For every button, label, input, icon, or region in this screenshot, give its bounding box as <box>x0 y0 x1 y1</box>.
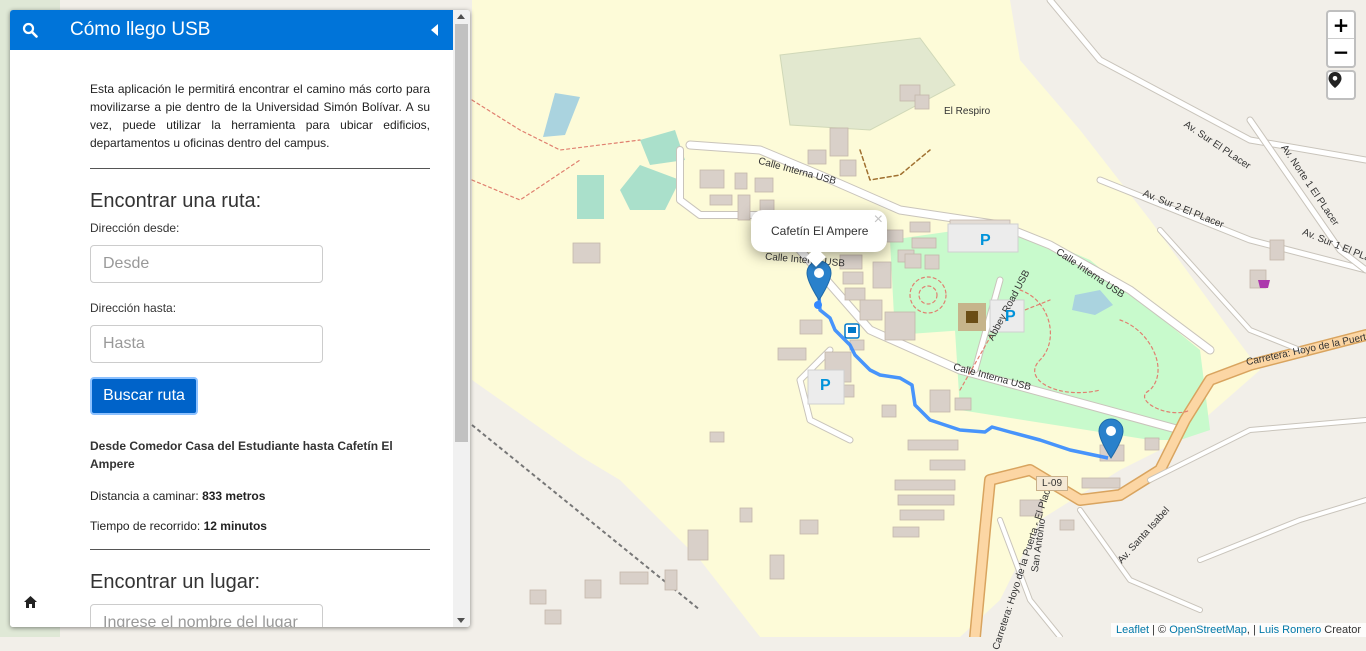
map-attribution: Leaflet | © OpenStreetMap, | Luis Romero… <box>1111 623 1366 637</box>
zoom-control: + − <box>1326 10 1356 68</box>
map-marker-icon <box>1328 72 1342 88</box>
author-link[interactable]: Luis Romero <box>1259 624 1321 636</box>
osm-link[interactable]: OpenStreetMap <box>1169 624 1247 636</box>
app-title: Cómo llego USB <box>70 19 211 40</box>
intro-text: Esta aplicación le permitirá encontrar e… <box>90 82 430 150</box>
route-origin-marker[interactable] <box>1098 418 1124 460</box>
tab-search[interactable] <box>10 10 50 50</box>
locate-button[interactable] <box>1326 70 1356 100</box>
scroll-up-arrow[interactable] <box>457 14 465 19</box>
route-time: Tiempo de recorrido: 12 minutos <box>90 519 267 533</box>
from-input[interactable] <box>90 245 323 283</box>
sidebar-header: Cómo llego USB <box>50 10 453 50</box>
parking-icon: P <box>820 377 831 394</box>
search-route-button[interactable]: Buscar ruta <box>90 377 198 415</box>
zoom-out-button[interactable]: − <box>1328 39 1354 65</box>
sidebar-scrollbar[interactable] <box>453 10 470 627</box>
map-popup: Cafetín El Ampere × <box>751 210 887 267</box>
route-result-title: Desde Comedor Casa del Estudiante hasta … <box>90 439 393 471</box>
popup-close-button[interactable]: × <box>874 212 883 228</box>
zoom-in-button[interactable]: + <box>1328 12 1354 39</box>
collapse-sidebar-button[interactable] <box>427 22 443 38</box>
caret-left-icon <box>431 24 438 36</box>
divider <box>90 549 430 550</box>
sidebar: Cómo llego USB Esta aplicación le permit… <box>10 10 470 627</box>
map-label-l09: L-09 <box>1036 476 1069 491</box>
sidebar-pane: Esta aplicación le permitirá encontrar e… <box>50 50 453 627</box>
route-distance: Distancia a caminar: 833 metros <box>90 489 266 503</box>
popup-text: Cafetín El Ampere <box>771 224 869 238</box>
parking-icon: P <box>980 232 991 249</box>
home-icon <box>23 596 37 608</box>
to-label: Dirección hasta: <box>90 301 177 315</box>
scrollbar-thumb[interactable] <box>455 24 468 442</box>
tab-home[interactable] <box>10 587 50 617</box>
route-heading: Encontrar una ruta: <box>90 190 262 212</box>
leaflet-link[interactable]: Leaflet <box>1116 624 1149 636</box>
sidebar-tabs <box>10 10 50 627</box>
to-input[interactable] <box>90 325 323 363</box>
scroll-down-arrow[interactable] <box>457 618 465 623</box>
map-label-el-respiro: El Respiro <box>944 106 991 117</box>
route-destination-marker[interactable] <box>806 260 832 302</box>
parking-icon: P <box>1005 308 1016 325</box>
place-heading: Encontrar un lugar: <box>90 571 261 593</box>
place-search-input[interactable] <box>90 604 323 627</box>
search-icon <box>22 22 38 38</box>
divider <box>90 168 430 169</box>
from-label: Dirección desde: <box>90 221 180 235</box>
